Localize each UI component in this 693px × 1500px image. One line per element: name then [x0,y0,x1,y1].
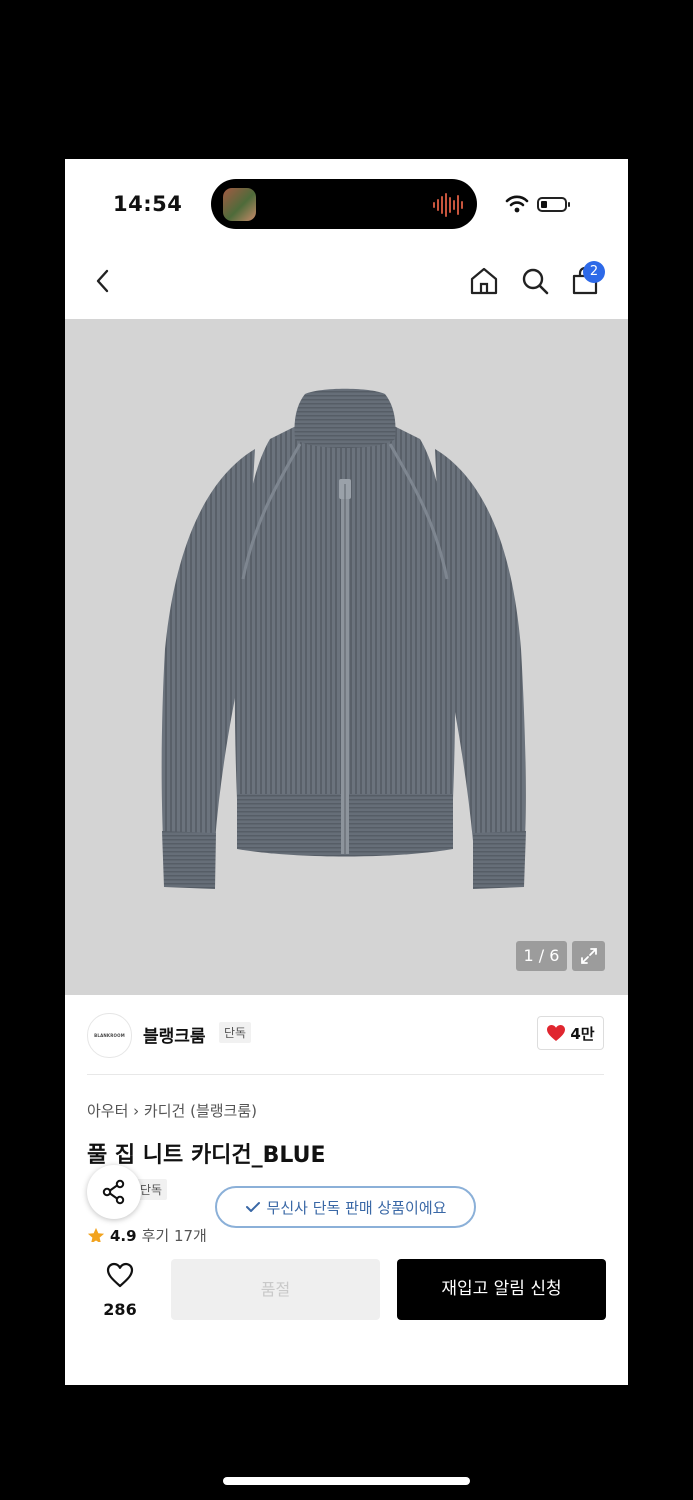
cart-count-badge: 2 [583,261,605,283]
back-button[interactable] [87,265,119,297]
brand-logo[interactable]: BLANKROOM [87,1013,132,1058]
status-time: 14:54 [113,192,183,216]
phone-screen: 14:54 2 1 / 6 BLANKROOM 블랭크룸 단독 4만 아우터 ›… [65,159,628,1385]
chevron-left-icon [96,269,109,293]
home-icon [470,267,498,295]
wishlist-button[interactable]: 286 [87,1256,153,1326]
share-icon [102,1179,125,1205]
exclusive-toast: 무신사 단독 판매 상품이에요 [215,1186,476,1228]
dynamic-island[interactable] [211,179,477,229]
toast-text: 무신사 단독 판매 상품이에요 [266,1198,447,1217]
product-image[interactable]: 1 / 6 [65,319,628,995]
divider [87,1074,604,1075]
now-playing-thumbnail [223,188,256,221]
brand-like-button[interactable]: 4만 [537,1016,604,1050]
search-button[interactable] [519,265,551,297]
check-icon [245,1202,260,1212]
home-button[interactable] [468,265,500,297]
brand-row[interactable]: BLANKROOM 블랭크룸 단독 4만 [65,995,628,1075]
brand-exclusive-tag: 단독 [219,1022,252,1043]
search-icon [522,268,549,295]
audio-wave-icon [433,193,463,217]
wifi-icon [505,195,529,213]
status-bar: 14:54 [65,159,628,243]
top-nav: 2 [65,243,628,319]
image-pager: 1 / 6 [516,941,567,971]
product-title: 풀 집 니트 카디건_BLUE [87,1143,326,1168]
heart-outline-icon [106,1262,134,1288]
heart-filled-icon [547,1025,566,1041]
category-breadcrumb[interactable]: 아우터 › 카디건 (블랭크룸) [87,1100,257,1121]
restock-alert-button[interactable]: 재입고 알림 신청 [397,1259,606,1320]
brand-name[interactable]: 블랭크룸 [143,1022,206,1047]
expand-image-button[interactable] [572,941,605,971]
battery-icon [537,197,570,212]
soldout-button[interactable]: 품절 [171,1259,380,1320]
home-indicator[interactable] [223,1477,470,1485]
share-button[interactable] [87,1165,141,1219]
cardigan-photo [161,388,526,889]
bottom-action-bar: 286 품절 재입고 알림 신청 [65,1242,628,1385]
expand-icon [580,948,597,964]
brand-like-count: 4만 [570,1024,595,1043]
wishlist-count: 286 [103,1300,137,1319]
